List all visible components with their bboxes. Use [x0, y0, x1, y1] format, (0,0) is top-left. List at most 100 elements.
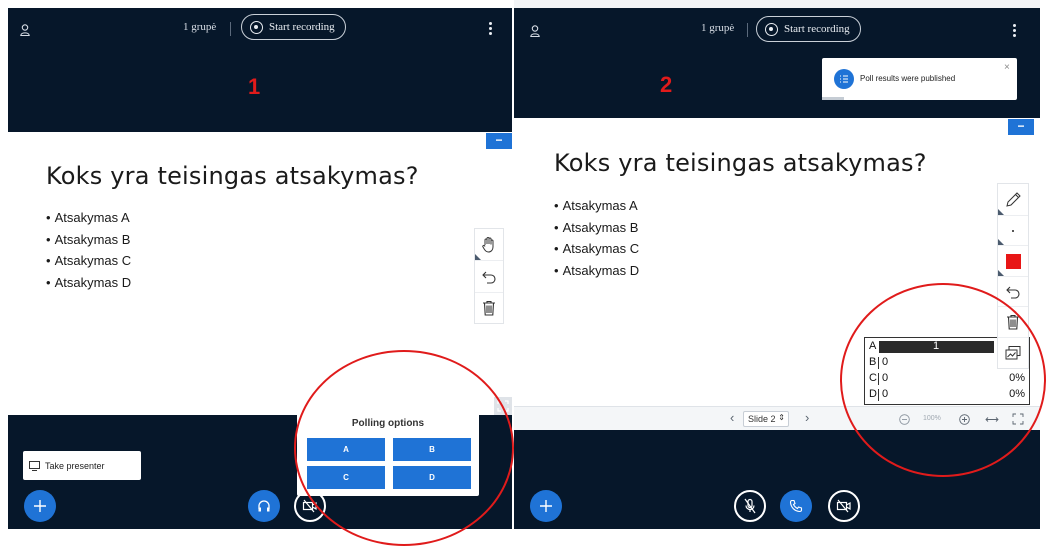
polling-title: Polling options: [351, 418, 425, 429]
fullscreen-icon[interactable]: [1012, 413, 1024, 425]
group-label: 1 grupė: [701, 22, 735, 34]
notification-text: Poll results were published: [860, 74, 956, 83]
zoom-level: 100%: [923, 415, 941, 422]
separator: [747, 23, 748, 37]
list-item: Atsakymas C: [554, 241, 640, 263]
fullscreen-toggle[interactable]: [494, 397, 512, 415]
slide-navigation-bar: ‹ Slide 2 ⇕ › 100%: [514, 406, 1040, 430]
more-options-icon[interactable]: [489, 22, 493, 36]
phone-icon: [789, 499, 803, 513]
actions-button[interactable]: [24, 490, 56, 522]
camera-off-icon: [302, 499, 317, 513]
result-count: 1: [933, 340, 940, 352]
window-edge: [514, 0, 1040, 8]
dot-icon: [1012, 229, 1014, 232]
list-item: Atsakymas D: [554, 263, 640, 285]
result-percent: 0%: [1009, 372, 1025, 384]
multi-user-icon: [1005, 346, 1021, 360]
leave-audio-button[interactable]: [780, 490, 812, 522]
minimize-presentation-button[interactable]: −: [486, 133, 512, 149]
start-recording-label: Start recording: [784, 23, 850, 35]
unmute-button[interactable]: [734, 490, 766, 522]
thickness-button[interactable]: [998, 216, 1028, 246]
clear-button[interactable]: [998, 307, 1028, 338]
share-webcam-button[interactable]: [828, 490, 860, 522]
multi-user-button[interactable]: [998, 338, 1028, 368]
zoom-in-icon[interactable]: [959, 414, 970, 425]
whiteboard-toolbar: [474, 228, 504, 324]
result-letter: B: [869, 356, 877, 368]
list-item: Atsakymas B: [554, 220, 639, 242]
group-label: 1 grupė: [183, 21, 217, 33]
slide-bullets: Atsakymas A Atsakymas B Atsakymas C Atsa…: [554, 198, 640, 285]
start-recording-button[interactable]: Start recording: [756, 16, 861, 42]
hand-icon: [482, 236, 494, 253]
pencil-icon: [1006, 191, 1021, 207]
separator: [230, 22, 231, 36]
hand-tool-button[interactable]: [475, 229, 503, 261]
trash-icon: [1007, 314, 1019, 330]
presentation-slide: Koks yra teisingas atsakymas? Atsakymas …: [8, 132, 512, 415]
more-options-icon[interactable]: [1013, 24, 1017, 38]
take-presenter-menu-item[interactable]: Take presenter: [23, 451, 141, 480]
zoom-out-icon[interactable]: [899, 414, 910, 425]
result-row: C 0 0%: [865, 371, 1029, 387]
previous-slide-button[interactable]: ‹: [730, 410, 734, 425]
screen-2: 1 grupė Start recording 2 Poll results w…: [514, 8, 1040, 529]
user-icon[interactable]: [20, 24, 30, 36]
pencil-tool-button[interactable]: [998, 184, 1028, 216]
actions-button[interactable]: [530, 490, 562, 522]
minimize-presentation-button[interactable]: −: [1008, 119, 1034, 135]
mic-off-icon: [744, 498, 756, 514]
screen-1: 1 grupė Start recording 1 Koks yra teisi…: [8, 8, 512, 529]
poll-option-b-button[interactable]: B: [393, 438, 471, 461]
undo-icon: [482, 271, 496, 284]
list-item: Atsakymas D: [46, 275, 132, 297]
record-icon: [765, 22, 778, 36]
notification-toast: Poll results were published ×: [822, 58, 1017, 100]
polling-options-panel: Polling options A B C D: [297, 405, 479, 496]
trash-icon: [483, 300, 495, 316]
step-number: 2: [660, 72, 673, 97]
list-item: Atsakymas A: [46, 210, 131, 232]
list-item: Atsakymas A: [554, 198, 639, 220]
start-recording-button[interactable]: Start recording: [241, 14, 346, 40]
next-slide-button[interactable]: ›: [805, 410, 809, 425]
undo-icon: [1006, 286, 1020, 299]
clear-button[interactable]: [475, 293, 503, 323]
poll-option-d-button[interactable]: D: [393, 466, 471, 489]
undo-button[interactable]: [998, 277, 1028, 307]
poll-icon: [834, 69, 854, 89]
result-bar: [878, 357, 879, 369]
result-count: 0: [882, 372, 889, 384]
share-webcam-button[interactable]: [294, 490, 326, 522]
result-bar: [878, 389, 879, 401]
presentation-icon: [29, 460, 40, 471]
slide-bullets: Atsakymas A Atsakymas B Atsakymas C Atsa…: [46, 210, 132, 297]
whiteboard-toolbar: [997, 183, 1029, 369]
undo-button[interactable]: [475, 261, 503, 293]
poll-option-a-button[interactable]: A: [307, 438, 385, 461]
result-count: 0: [882, 356, 889, 368]
plus-icon: [34, 500, 46, 512]
color-picker-button[interactable]: [998, 246, 1028, 277]
record-icon: [250, 20, 263, 34]
poll-option-c-button[interactable]: C: [307, 466, 385, 489]
take-presenter-label: Take presenter: [45, 460, 105, 471]
presentation-slide: Koks yra teisingas atsakymas? Atsakymas …: [514, 118, 1040, 406]
close-icon[interactable]: ×: [1004, 62, 1010, 73]
user-icon[interactable]: [530, 25, 540, 37]
slide-select-value: Slide 2: [748, 414, 776, 424]
plus-icon: [540, 500, 552, 512]
slide-select[interactable]: Slide 2 ⇕: [743, 411, 789, 427]
result-count: 0: [882, 388, 889, 400]
slide-title: Koks yra teisingas atsakymas?: [46, 162, 419, 190]
color-icon: [1005, 253, 1021, 269]
join-audio-button[interactable]: [248, 490, 280, 522]
result-row: D 0 0%: [865, 387, 1029, 403]
fit-width-icon[interactable]: [985, 415, 999, 424]
start-recording-label: Start recording: [269, 21, 335, 33]
result-letter: D: [869, 388, 877, 400]
result-letter: A: [869, 340, 877, 352]
select-arrows-icon: ⇕: [778, 413, 785, 422]
